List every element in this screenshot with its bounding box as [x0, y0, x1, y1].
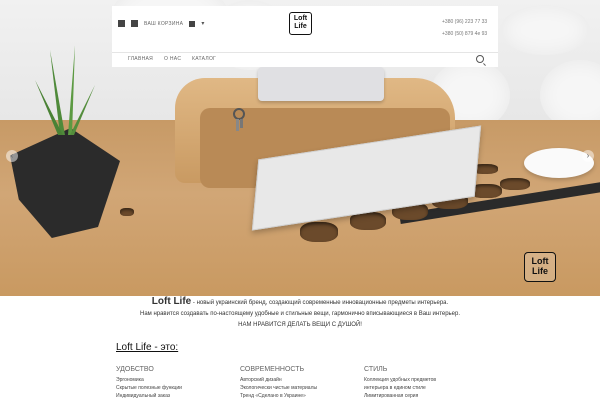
logo[interactable]: Loft Life	[289, 12, 312, 35]
features-title: Loft Life - это:	[116, 342, 179, 353]
intro-line-3: НАМ НРАВИТСЯ ДЕЛАТЬ ВЕЩИ С ДУШОЙ!	[238, 322, 362, 328]
logo-watermark: Loft Life	[524, 252, 556, 282]
search-icon[interactable]	[476, 55, 484, 63]
desk-hole	[300, 222, 338, 242]
feature-column: СТИЛЬ Коллекция удобных предметов интерь…	[364, 366, 436, 401]
keys-icon	[233, 108, 245, 131]
feature-heading: УДОБСТВО	[116, 366, 154, 373]
feature-item: Лимитированная серия	[364, 393, 419, 399]
nav-item-home[interactable]: ГЛАВНАЯ	[128, 56, 153, 62]
instagram-icon[interactable]	[131, 20, 138, 27]
wall-circle	[500, 5, 590, 55]
feature-item: Коллекция удобных предметов	[364, 377, 437, 383]
desk-hole	[120, 208, 134, 216]
slider-prev-icon[interactable]: ‹	[6, 150, 18, 162]
intro-line-1: Loft Life - новый украинский бренд, созд…	[151, 296, 449, 307]
intro-line-2: Нам нравится создавать по-настоящему удо…	[139, 311, 461, 317]
intro-text: Loft Life - новый украинский бренд, созд…	[0, 296, 600, 331]
cart-link[interactable]: ВАШ КОРЗИНА	[144, 21, 183, 27]
slider-next-icon[interactable]: ›	[582, 150, 594, 162]
feature-heading: СОВРЕМЕННОСТЬ	[240, 366, 305, 373]
feature-item: Скрытые полезные функции	[116, 385, 182, 391]
nav-item-about[interactable]: О НАС	[164, 56, 181, 62]
feature-item: Индивидуальный заказ	[116, 393, 171, 399]
main-nav: ГЛАВНАЯ О НАС КАТАЛОГ	[112, 52, 498, 67]
chevron-down-icon[interactable]: ▾	[201, 20, 204, 27]
laptop	[258, 67, 384, 101]
nav-item-catalog[interactable]: КАТАЛОГ	[192, 56, 216, 62]
feature-item: Эргономика	[116, 377, 144, 383]
feature-item: интерьера в едином стиле	[364, 385, 426, 391]
feature-item: Экологически чистые материалы	[240, 385, 318, 391]
brand-name: Loft Life	[151, 296, 192, 307]
feature-heading: СТИЛЬ	[364, 366, 388, 373]
phone-1[interactable]: +380 (96) 223 77 33	[442, 16, 487, 28]
hero-image: ✈ ‹ › Loft Life ВАШ КОРЗИНА ▾ Loft Life …	[0, 0, 600, 296]
feature-column: СОВРЕМЕННОСТЬ Авторский дизайн Экологиче…	[240, 366, 317, 401]
feature-item: Авторский дизайн	[240, 377, 282, 383]
phone-numbers: +380 (96) 223 77 33 +380 (50) 879 4e 93	[442, 16, 487, 40]
phone-2[interactable]: +380 (50) 879 4e 93	[442, 28, 487, 40]
facebook-icon[interactable]	[118, 20, 125, 27]
feature-item: Тренд «Сделано в Украине»	[240, 393, 306, 399]
feature-column: УДОБСТВО Эргономика Скрытые полезные фун…	[116, 366, 182, 401]
cart-icon[interactable]	[189, 20, 196, 27]
header-left: ВАШ КОРЗИНА ▾	[118, 20, 204, 27]
plant	[35, 45, 95, 135]
desk-hole	[500, 178, 530, 190]
